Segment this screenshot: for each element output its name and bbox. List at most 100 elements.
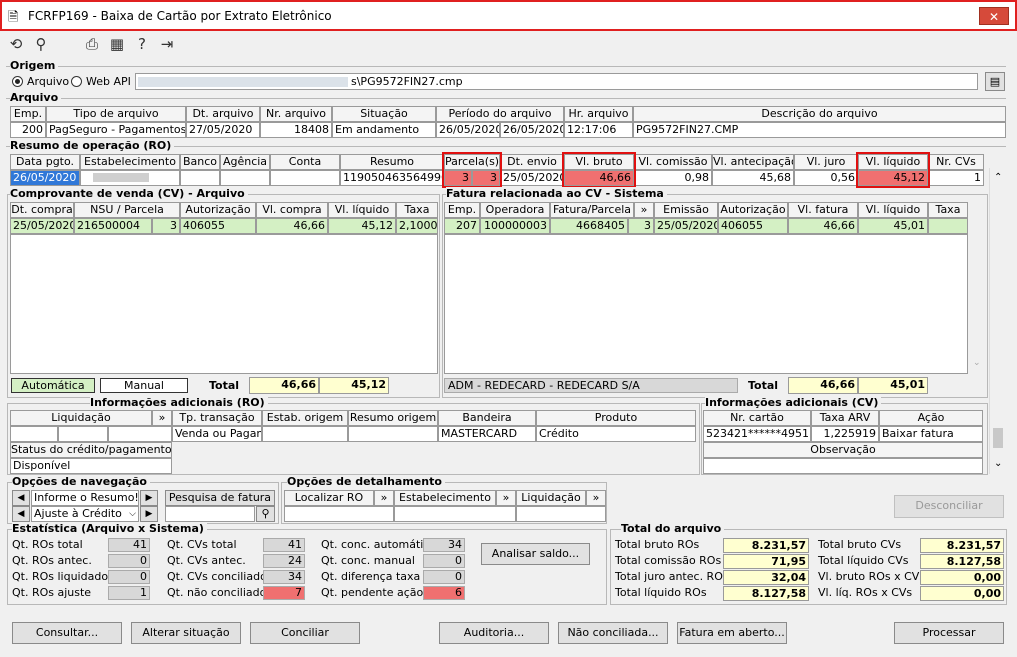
arquivo-numero[interactable]: 18408 <box>260 122 332 138</box>
radio-arquivo[interactable] <box>12 76 23 87</box>
search-icon[interactable]: ⚲ <box>256 506 275 522</box>
chevron-up-icon[interactable]: ⌃ <box>994 172 1002 183</box>
ro-agencia[interactable] <box>220 170 270 186</box>
fat-taxa[interactable] <box>928 218 968 234</box>
liquidacao-button[interactable]: Liquidação <box>516 490 586 506</box>
total-label: Total juro antec. ROs <box>615 570 729 583</box>
chevron-down-icon[interactable]: ⌄ <box>973 358 981 368</box>
cv-vl-liquido[interactable]: 45,12 <box>328 218 396 234</box>
auditoria-button[interactable]: Auditoria... <box>439 622 549 644</box>
cv-parcela[interactable]: 3 <box>152 218 180 234</box>
calendar-icon[interactable]: ▦ <box>107 34 127 54</box>
fat-emp[interactable]: 207 <box>444 218 480 234</box>
total-label: Total bruto ROs <box>615 538 700 551</box>
fat-emissao[interactable]: 25/05/2020 <box>654 218 718 234</box>
estab-more-button[interactable]: » <box>496 490 516 506</box>
liquidacao-more-button[interactable]: » <box>586 490 606 506</box>
arquivo-periodo-ini[interactable]: 26/05/2020 <box>436 122 500 138</box>
ro-nr-cvs[interactable]: 1 <box>928 170 984 186</box>
status-credito-value[interactable]: Disponível <box>10 458 172 474</box>
cv-taxa[interactable]: 2,1000 <box>396 218 438 234</box>
nav-option-resumo[interactable]: Informe o Resumo! <box>31 490 139 506</box>
fat-autorizacao[interactable]: 406055 <box>718 218 788 234</box>
estabelecimento-button[interactable]: Estabelecimento <box>394 490 496 506</box>
nao-conciliada-button[interactable]: Não conciliada... <box>558 622 668 644</box>
ro-vl-juro[interactable]: 0,56 <box>794 170 858 186</box>
ro-conta[interactable] <box>270 170 340 186</box>
refresh-icon[interactable]: ⟲ <box>6 34 26 54</box>
fat-parcela[interactable]: 3 <box>628 218 654 234</box>
nav-option-ajuste[interactable]: Ajuste à Crédito ⌵ <box>31 506 139 522</box>
fat-fatura[interactable]: 4668405 <box>550 218 628 234</box>
info-liquidacao-2[interactable] <box>58 426 108 442</box>
arquivo-data[interactable]: 27/05/2020 <box>186 122 260 138</box>
arquivo-periodo-fim[interactable]: 26/05/2020 <box>500 122 564 138</box>
pesquisa-fatura-input[interactable] <box>165 506 255 522</box>
fat-col-vlfatura: Vl. fatura <box>788 202 858 218</box>
alterar-situacao-button[interactable]: Alterar situação <box>131 622 241 644</box>
exit-icon[interactable]: ⇥ <box>157 34 177 54</box>
consultar-button[interactable]: Consultar... <box>12 622 122 644</box>
radio-webapi[interactable] <box>71 76 82 87</box>
fat-col-more[interactable]: » <box>634 202 654 218</box>
cv-autorizacao[interactable]: 406055 <box>180 218 256 234</box>
arquivo-hora[interactable]: 12:17:06 <box>564 122 633 138</box>
print-icon[interactable]: ⎙ <box>82 34 102 54</box>
arquivo-emp[interactable]: 200 <box>10 122 46 138</box>
ro-resumo[interactable]: 119050463564996 <box>340 170 444 186</box>
info-liquidacao-1[interactable] <box>10 426 58 442</box>
ro-vl-antecip[interactable]: 45,68 <box>712 170 794 186</box>
fat-vl-liquido[interactable]: 45,01 <box>858 218 928 234</box>
ro-banco[interactable] <box>180 170 220 186</box>
fat-vl-fatura[interactable]: 46,66 <box>788 218 858 234</box>
arquivo-descricao[interactable]: PG9572FIN27.CMP <box>633 122 1006 138</box>
infocv-nr-cartao[interactable]: 523421******4951 <box>703 426 811 442</box>
observacao-field[interactable] <box>703 458 983 474</box>
infocv-taxa-arv[interactable]: 1,225919 <box>811 426 879 442</box>
info-resumo-origem[interactable] <box>348 426 438 442</box>
ro-estab[interactable] <box>80 170 180 186</box>
cv-nsu[interactable]: 216500004 <box>74 218 152 234</box>
info-tp-transacao[interactable]: Venda ou Pagame <box>172 426 262 442</box>
localizar-more-button[interactable]: » <box>374 490 394 506</box>
nav-title: Opções de navegação <box>12 475 150 488</box>
close-button[interactable]: ✕ <box>979 7 1009 25</box>
info-liquidacao-3[interactable] <box>108 426 172 442</box>
cv-total-liquido: 45,12 <box>319 377 389 394</box>
nav-next-1[interactable]: ▶ <box>140 490 158 506</box>
nav-prev-1[interactable]: ◀ <box>12 490 30 506</box>
ro-vl-comissao[interactable]: 0,98 <box>634 170 712 186</box>
cv-vl-compra[interactable]: 46,66 <box>256 218 328 234</box>
nav-prev-2[interactable]: ◀ <box>12 506 30 522</box>
info-produto[interactable]: Crédito <box>536 426 696 442</box>
search-icon[interactable]: ⚲ <box>31 34 51 54</box>
ro-dt-envio[interactable]: 25/05/2020 <box>500 170 564 186</box>
info-col-more[interactable]: » <box>152 410 172 426</box>
desconciliar-button[interactable]: Desconciliar <box>894 495 1004 518</box>
arquivo-tipo[interactable]: PagSeguro - Pagamentos <box>46 122 186 138</box>
cv-dt-compra[interactable]: 25/05/2020 <box>10 218 74 234</box>
localizar-ro-input[interactable] <box>284 506 394 522</box>
arquivo-situacao[interactable]: Em andamento <box>332 122 436 138</box>
liquidacao-input[interactable] <box>516 506 606 522</box>
fatura-aberto-button[interactable]: Fatura em aberto... <box>677 622 787 644</box>
fatura-scrollbar[interactable]: ⌄ <box>969 202 986 374</box>
ro-data-pgto[interactable]: 26/05/2020 <box>10 170 80 186</box>
conciliar-button[interactable]: Conciliar <box>250 622 360 644</box>
file-path-input[interactable]: s\PG9572FIN27.cmp <box>135 73 978 90</box>
fat-operadora[interactable]: 100000003 <box>480 218 550 234</box>
localizar-ro-button[interactable]: Localizar RO <box>284 490 374 506</box>
analisar-saldo-button[interactable]: Analisar saldo... <box>481 543 590 565</box>
info-bandeira[interactable]: MASTERCARD <box>438 426 536 442</box>
pesquisa-fatura-button[interactable]: Pesquisa de fatura <box>165 490 275 506</box>
chevron-down-icon[interactable]: ⌄ <box>994 458 1002 469</box>
estab-input[interactable] <box>394 506 516 522</box>
main-scrollbar[interactable]: ⌃ ⌄ <box>989 168 1006 474</box>
scroll-thumb[interactable] <box>993 428 1003 448</box>
infocv-acao[interactable]: Baixar fatura <box>879 426 983 442</box>
help-icon[interactable]: ? <box>132 34 152 54</box>
processar-button[interactable]: Processar <box>894 622 1004 644</box>
browse-file-icon[interactable]: ▤ <box>985 72 1005 91</box>
info-estab-origem[interactable] <box>262 426 348 442</box>
nav-next-2[interactable]: ▶ <box>140 506 158 522</box>
